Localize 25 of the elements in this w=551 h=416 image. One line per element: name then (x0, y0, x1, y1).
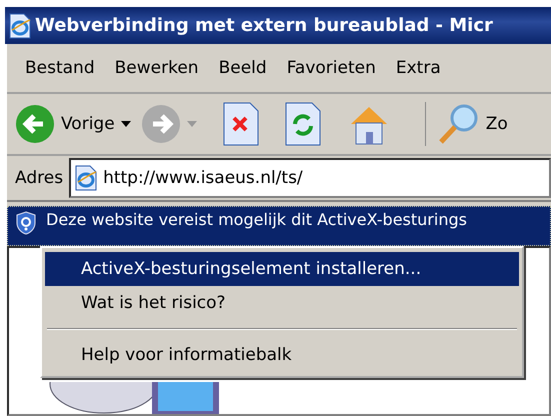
search-button[interactable]: Zo (424, 102, 508, 146)
menu-item[interactable]: ActiveX-besturingselement installeren... (45, 252, 519, 286)
refresh-icon (284, 102, 321, 146)
menu-item[interactable]: Extra (386, 58, 451, 78)
stop-button[interactable] (222, 102, 259, 146)
info-bar[interactable]: Deze website vereist mogelijk dit ActiveX-besturings (7, 206, 551, 246)
browser-page-icon (75, 165, 98, 191)
info-bar-message: Deze website vereist mogelijk dit ActiveX-besturings (46, 211, 467, 229)
shield-question-icon (16, 211, 36, 235)
caret-icon (186, 121, 197, 127)
address-field[interactable]: http://www.isaeus.nl/ts/ (69, 158, 551, 198)
menu-item[interactable]: Favorieten (276, 58, 386, 78)
back-button[interactable]: Vorige (15, 104, 131, 144)
menu-item[interactable]: Beeld (208, 58, 277, 78)
address-url: http://www.isaeus.nl/ts/ (103, 168, 303, 188)
browser-page-icon (9, 12, 31, 38)
menu-item[interactable]: Bestand (15, 58, 105, 78)
refresh-button[interactable] (284, 102, 321, 146)
caret-icon (120, 121, 131, 127)
menu-item[interactable]: Bewerken (104, 58, 209, 78)
window-title: Webverbinding met extern bureaublad - Micr (35, 15, 493, 36)
menu-item[interactable]: Help voor informatiebalk (45, 338, 519, 372)
address-label: Adres (15, 168, 64, 188)
page-with-cross-icon (222, 102, 259, 146)
menu-item[interactable]: Wat is het risico? (45, 286, 519, 320)
